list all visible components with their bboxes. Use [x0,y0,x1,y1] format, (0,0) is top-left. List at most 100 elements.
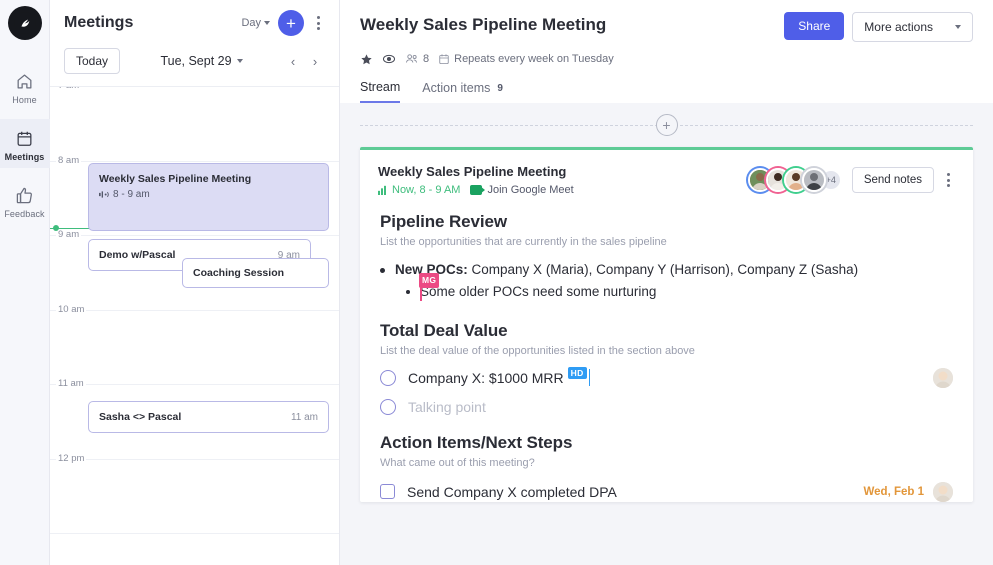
signal-icon [378,185,386,195]
meeting-title: Weekly Sales Pipeline Meeting [360,15,607,34]
sidebar-item-label: Feedback [4,209,45,219]
sidebar-item-label: Home [12,95,37,105]
attendees-count[interactable]: 8 [405,53,429,65]
tab-label: Stream [360,80,401,94]
home-icon [14,70,36,92]
event-title: Weekly Sales Pipeline Meeting [99,173,252,185]
section-total-deal-value: Total Deal Value List the deal value of … [380,321,953,415]
meeting-meta: 8 Repeats every week on Tuesday [360,52,973,66]
tab-badge: 9 [497,82,503,94]
sidebar-item-home[interactable]: Home [0,62,50,111]
page-title: Meetings [64,14,134,31]
meeting-notes-document[interactable]: Pipeline Review List the opportunities t… [378,196,955,502]
calendar-header: Meetings Day + Today Tue, Sept 29 ‹ › [50,0,339,86]
hour-label: 7 am [56,87,82,91]
chevron-down-icon [236,59,243,63]
talking-point-text: Company X: $1000 MRR HD [408,367,591,386]
calendar-icon [14,127,36,149]
sidebar-item-meetings[interactable]: Meetings [0,119,50,168]
audio-icon [99,191,109,198]
collab-cursor-badge-hd: HD [567,367,587,379]
more-actions-label: More actions [864,20,933,34]
talking-point-row[interactable]: Company X: $1000 MRR HD [380,367,953,388]
eye-icon[interactable] [382,52,396,66]
date-selector-label: Tue, Sept 29 [160,54,232,68]
talking-point-row[interactable]: Talking point [380,398,953,415]
add-block-row: + [360,103,973,147]
avatar[interactable] [933,367,953,388]
action-item-due-date[interactable]: Wed, Feb 1 [864,486,925,498]
share-button[interactable]: Share [784,12,845,40]
meeting-card: Weekly Sales Pipeline Meeting Now, 8 - 9… [360,147,973,502]
section-hint: List the opportunities that are currentl… [380,236,667,248]
event-title: Sasha <> Pascal [99,411,182,423]
talking-point-checkbox[interactable] [380,398,396,415]
google-meet-icon [470,185,486,195]
talking-point-placeholder: Talking point [408,398,486,415]
action-item-text: Send Company X completed DPA [407,483,617,500]
tab-action-items[interactable]: Action items 9 [422,80,503,103]
section-pipeline-review: Pipeline Review List the opportunities t… [380,212,953,303]
action-item-row[interactable]: Send Company X completed DPA Wed, Feb 1 [380,481,953,502]
add-block-button[interactable]: + [655,114,678,136]
hour-label: 10 am [56,303,87,315]
hour-label: 12 pm [56,452,87,464]
section-heading: Total Deal Value [380,320,508,340]
section-heading: Action Items/Next Steps [380,432,573,452]
hour-slot[interactable]: 10 am [50,303,339,385]
section-hint: What came out of this meeting? [380,456,535,469]
prev-day-button[interactable]: ‹ [283,51,303,71]
action-item-checkbox[interactable] [380,484,395,499]
chevron-down-icon [264,21,270,25]
collab-cursor-badge-mg: MG [419,273,440,288]
send-notes-button[interactable]: Send notes [851,167,934,193]
new-meeting-button[interactable]: + [278,10,304,36]
chevron-down-icon [955,25,961,29]
today-button[interactable]: Today [64,48,121,74]
sub-bullet-text: Some older POCs need some nurturing [420,284,657,300]
event-time: 11 am [290,411,318,423]
collab-cursor-mg [420,282,422,302]
card-menu-button[interactable] [942,169,955,191]
calendar-grid[interactable]: 7 am 8 am 9 am 10 am 11 am 12 pm Weekly … [50,86,339,565]
sidebar-item-feedback[interactable]: Feedback [0,176,50,225]
bullet-dot [380,268,385,273]
meeting-card-header: Weekly Sales Pipeline Meeting Now, 8 - 9… [378,164,955,196]
nav-rail: Home Meetings Feedback [0,0,50,565]
sidebar-item-label: Meetings [4,152,45,162]
talking-point-checkbox[interactable] [380,369,396,386]
view-selector-label: Day [241,17,261,29]
calendar-event-weekly-sales[interactable]: Weekly Sales Pipeline Meeting 8 - 9 am [88,163,329,231]
join-google-meet-link[interactable]: Join Google Meet [470,184,574,196]
calendar-menu-button[interactable] [312,12,325,34]
sub-bullet-item[interactable]: MG Some older POCs need some nurturing [406,273,953,302]
next-day-button[interactable]: › [305,51,325,71]
hour-slot[interactable]: 7 am [50,87,339,162]
bullet-item[interactable]: New POCs: Company X (Maria), Company Y (… [380,260,953,280]
repeat-info: Repeats every week on Tuesday [438,53,614,65]
section-action-items: Action Items/Next Steps What came out of… [380,433,953,502]
more-actions-button[interactable]: More actions [852,12,973,42]
calendar-repeat-icon [439,54,449,64]
calendar-event-sasha-pascal[interactable]: Sasha <> Pascal 11 am [88,401,329,433]
hour-label: 9 am [56,229,82,240]
calendar-event-coaching-session[interactable]: Coaching Session [182,258,329,288]
app-logo[interactable] [7,6,42,40]
people-icon [405,54,418,63]
date-selector[interactable]: Tue, Sept 29 [130,54,273,68]
event-title: Coaching Session [193,267,285,279]
attendee-avatars[interactable]: +4 [747,168,842,192]
meeting-tabs: Stream Action items 9 [360,80,973,103]
stream-scroll[interactable]: + Weekly Sales Pipeline Meeting Now, 8 -… [340,103,993,565]
thumbs-up-icon [14,184,36,206]
view-selector[interactable]: Day [241,17,270,29]
hour-slot[interactable]: 12 pm [50,452,339,534]
star-icon[interactable] [360,53,373,66]
bullet-text: New POCs: Company X (Maria), Company Y (… [395,262,859,277]
tab-stream[interactable]: Stream [360,80,401,103]
avatar[interactable] [801,168,826,192]
avatar[interactable] [933,481,953,502]
section-heading: Pipeline Review [380,212,507,231]
section-hint: List the deal value of the opportunities… [380,344,695,357]
main-panel: Weekly Sales Pipeline Meeting Share More… [340,0,993,565]
